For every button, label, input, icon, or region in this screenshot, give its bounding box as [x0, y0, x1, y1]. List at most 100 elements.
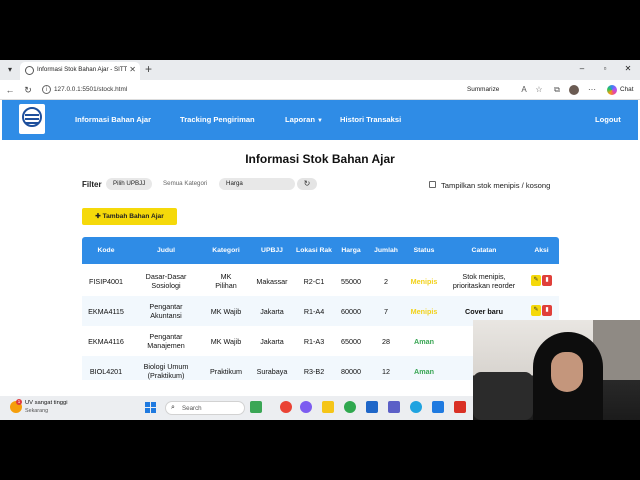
close-window-button[interactable]: ✕ [622, 64, 634, 73]
site-info-icon[interactable]: i [42, 85, 51, 94]
cell-rak: R1-A3 [303, 336, 325, 346]
cell-judul: Pengantar Akuntansi [149, 302, 183, 320]
cell-kode: BIOL4201 [89, 366, 123, 376]
chat-button[interactable]: Chat [620, 86, 634, 93]
add-bahan-ajar-button[interactable]: ✚ Tambah Bahan Ajar [82, 208, 177, 225]
address-bar[interactable]: i 127.0.0.1:5501/stock.html [38, 83, 458, 97]
new-tab-button[interactable]: + [145, 62, 152, 76]
cell-judul: Biologi Umum (Praktikum) [143, 362, 189, 380]
header-upbjj[interactable]: UPBJJ [250, 237, 294, 264]
minimize-button[interactable]: – [576, 64, 588, 73]
windows-taskbar: 1 UV sangat tinggi Sekarang ⌕ Search [0, 396, 473, 420]
maps-icon[interactable] [344, 401, 356, 413]
stok-menipis-checkbox[interactable] [429, 181, 436, 188]
weather-title[interactable]: UV sangat tinggi [25, 400, 68, 406]
cell-rak: R1-A4 [303, 306, 325, 316]
status-badge: Aman [414, 366, 434, 376]
reset-filter-icon[interactable]: ↻ [297, 178, 317, 190]
globe-icon [25, 66, 34, 75]
header-harga[interactable]: Harga [334, 237, 368, 264]
table-header: Kode Judul Kategori UPBJJ Lokasi Rak Har… [82, 237, 559, 264]
table-row: FISIP4001 Dasar-Dasar Sosiologi MK Pilih… [82, 266, 559, 296]
tab-title: Informasi Stok Bahan Ajar - SITTA [37, 66, 127, 73]
cell-rak: R3-B2 [303, 366, 325, 376]
status-badge: Menipis [410, 276, 438, 286]
outlook-icon[interactable] [366, 401, 378, 413]
cell-catatan: Stok menipis, prioritaskan reorder [452, 272, 516, 290]
tab-actions-icon[interactable]: ▾ [4, 64, 16, 76]
restore-button[interactable]: ▫ [599, 64, 611, 73]
search-placeholder: Search [182, 405, 202, 412]
edge-icon[interactable] [410, 401, 422, 413]
cell-jumlah: 2 [384, 276, 388, 286]
cell-harga: 60000 [341, 306, 361, 316]
tab-close-icon[interactable]: ✕ [129, 65, 136, 74]
copilot-icon[interactable] [607, 85, 617, 95]
trash-icon[interactable]: ▮ [542, 305, 552, 316]
ut-logo[interactable] [19, 104, 45, 134]
header-catatan[interactable]: Catatan [444, 237, 524, 264]
widgets-icon[interactable] [250, 401, 262, 413]
edit-icon[interactable]: ✎ [531, 305, 541, 316]
logout-link[interactable]: Logout [595, 115, 621, 124]
browser-tab[interactable]: Informasi Stok Bahan Ajar - SITTA ✕ [20, 62, 140, 80]
cell-judul: Dasar-Dasar Sosiologi [145, 272, 187, 290]
edit-icon[interactable]: ✎ [531, 275, 541, 286]
header-jumlah[interactable]: Jumlah [368, 237, 404, 264]
read-aloud-icon[interactable]: A [519, 85, 529, 94]
nav-histori-transaksi[interactable]: Histori Transaksi [340, 115, 401, 124]
trash-icon[interactable]: ▮ [542, 275, 552, 286]
cell-upbjj: Surabaya [256, 366, 288, 376]
filter-label: Filter [82, 180, 102, 189]
weather-subtitle: Sekarang [25, 408, 49, 414]
cell-harga: 55000 [341, 276, 361, 286]
summarize-button[interactable]: Summarize [467, 86, 499, 93]
taskbar-search[interactable]: ⌕ Search [165, 401, 245, 415]
file-explorer-icon[interactable] [322, 401, 334, 413]
header-status[interactable]: Status [404, 237, 444, 264]
stok-menipis-label: Tampilkan stok menipis / kosong [441, 181, 551, 190]
nav-laporan[interactable]: Laporan ▼ [285, 115, 323, 124]
header-kode[interactable]: Kode [82, 237, 130, 264]
notification-badge: 1 [16, 399, 22, 405]
upbjj-select[interactable]: Pilih UPBJJ [106, 178, 153, 190]
cell-harga: 80000 [341, 366, 361, 376]
cell-kode: EKMA4116 [88, 336, 124, 346]
url-text: 127.0.0.1:5501/stock.html [54, 86, 128, 93]
vscode-icon[interactable] [432, 401, 444, 413]
harga-sort-select[interactable]: Harga [219, 178, 295, 190]
windows-start-icon[interactable] [145, 402, 156, 413]
cell-kategori: Praktikum [210, 366, 242, 376]
chrome-icon[interactable] [280, 401, 292, 413]
browser-toolbar: ← ↻ i 127.0.0.1:5501/stock.html Summariz… [0, 80, 640, 100]
header-judul[interactable]: Judul [130, 237, 202, 264]
cell-kode: FISIP4001 [89, 276, 123, 286]
nav-informasi-bahan-ajar[interactable]: Informasi Bahan Ajar [75, 115, 151, 124]
status-badge: Aman [414, 336, 434, 346]
favorite-star-icon[interactable]: ☆ [534, 85, 544, 94]
header-lokasi-rak[interactable]: Lokasi Rak [294, 237, 334, 264]
cell-rak: R2-C1 [303, 276, 325, 286]
collections-icon[interactable]: ⧉ [552, 85, 562, 95]
copilot-app-icon[interactable] [300, 401, 312, 413]
cell-upbjj: Jakarta [260, 336, 284, 346]
reload-icon[interactable]: ↻ [22, 84, 34, 96]
cell-judul: Pengantar Manajemen [147, 332, 185, 350]
header-kategori[interactable]: Kategori [202, 237, 250, 264]
more-options-icon[interactable]: ⋯ [587, 85, 597, 94]
cell-harga: 65000 [341, 336, 361, 346]
add-bahan-ajar-label: Tambah Bahan Ajar [102, 213, 164, 220]
cell-kategori: MK Wajib [210, 306, 242, 316]
cell-kode: EKMA4115 [88, 306, 124, 316]
cell-upbjj: Jakarta [260, 306, 284, 316]
acrobat-icon[interactable] [454, 401, 466, 413]
chevron-down-icon: ▼ [316, 118, 323, 124]
nav-tracking-pengiriman[interactable]: Tracking Pengiriman [180, 115, 255, 124]
kategori-select[interactable]: Semua Kategori [156, 178, 214, 190]
back-icon[interactable]: ← [4, 84, 16, 96]
profile-avatar[interactable] [569, 85, 579, 95]
screen: ▾ Informasi Stok Bahan Ajar - SITTA ✕ + … [0, 60, 640, 420]
cell-jumlah: 12 [382, 366, 390, 376]
cell-kategori: MK Wajib [210, 336, 242, 346]
teams-icon[interactable] [388, 401, 400, 413]
